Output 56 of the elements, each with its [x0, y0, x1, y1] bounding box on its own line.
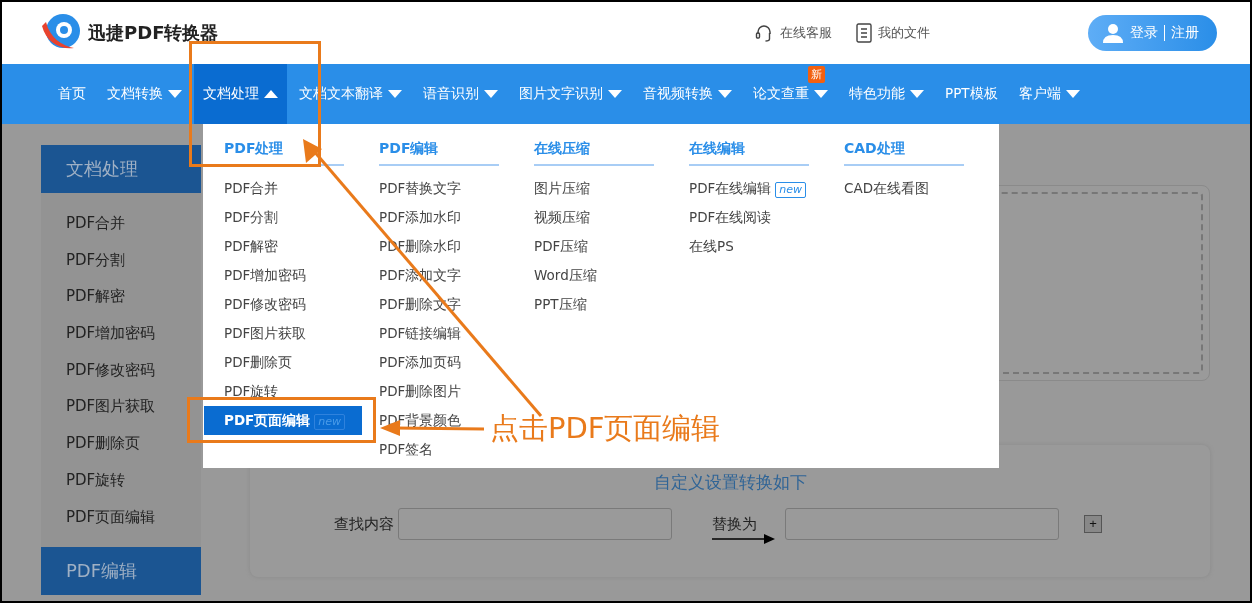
settings-title: 自定义设置转换如下 — [653, 471, 807, 494]
headset-icon — [754, 23, 774, 43]
menu-item[interactable]: PDF修改密码 — [224, 290, 307, 319]
menu-item[interactable]: PDF链接编辑 — [379, 319, 462, 348]
arrow-icon — [712, 533, 776, 545]
sidebar-item[interactable]: PDF增加密码 — [41, 315, 201, 352]
menu-item[interactable]: PDF添加水印 — [379, 203, 462, 232]
replace-input-field[interactable] — [785, 508, 1059, 540]
menu-item[interactable]: PDF压缩 — [534, 232, 589, 261]
sidebar-item[interactable]: PDF合并 — [41, 205, 201, 242]
menu-item[interactable]: PDF删除图片 — [379, 377, 462, 406]
document-icon — [856, 23, 872, 43]
menu-item[interactable]: 视频压缩 — [534, 203, 590, 232]
menu-item[interactable]: PDF分割 — [224, 203, 279, 232]
menu-item[interactable]: PDF在线阅读 — [689, 203, 772, 232]
sidebar-item[interactable]: PDF删除页 — [41, 425, 201, 462]
annotation-text: 点击PDF页面编辑 — [490, 410, 721, 447]
menu-column-heading: CAD处理 — [844, 140, 964, 166]
menu-item[interactable]: 在线PS — [689, 232, 734, 261]
new-badge: new — [775, 182, 807, 198]
menu-item[interactable]: PDF页面编辑 new — [204, 406, 362, 435]
sidebar-item[interactable]: PDF分割 — [41, 241, 201, 279]
new-badge: new — [314, 414, 346, 430]
replace-label: 替换为 — [712, 514, 757, 534]
nav-item[interactable]: 文档处理 — [194, 64, 287, 124]
menu-item[interactable]: PDF替换文字 — [379, 174, 462, 203]
menu-item[interactable]: Word压缩 — [534, 261, 597, 290]
menu-item[interactable]: PDF在线编辑 new — [689, 174, 807, 203]
menu-item[interactable]: PDF合并 — [224, 174, 279, 203]
sidebar-item[interactable]: PDF解密 — [41, 278, 201, 316]
menu-item[interactable]: PDF签名 — [379, 435, 434, 464]
menu-column-heading: 在线编辑 — [689, 140, 809, 166]
menu-column-heading: 在线压缩 — [534, 140, 654, 166]
user-icon — [1102, 22, 1124, 44]
menu-item[interactable]: PDF旋转 — [224, 377, 279, 406]
header-link[interactable]: 我的文件 — [856, 23, 930, 43]
menu-column-heading: PDF编辑 — [379, 140, 499, 166]
add-button[interactable]: + — [1084, 515, 1102, 533]
sidebar-item[interactable]: PDF图片获取 — [41, 388, 201, 426]
menu-item[interactable]: PDF解密 — [224, 232, 279, 261]
find-label: 查找内容 — [334, 514, 394, 534]
header-link[interactable]: 在线客服 — [754, 23, 832, 43]
logo-text: 迅捷PDF转换器 — [88, 21, 219, 45]
sidebar-item[interactable]: PDF旋转 — [41, 461, 201, 499]
menu-item[interactable]: PDF图片获取 — [224, 319, 307, 348]
new-badge: 新 — [808, 66, 825, 83]
sidebar-item[interactable]: PDF页面编辑 — [41, 498, 201, 536]
menu-item[interactable]: PDF删除页 — [224, 348, 293, 377]
find-input-field[interactable] — [398, 508, 672, 540]
menu-item[interactable]: CAD在线看图 — [844, 174, 930, 203]
menu-item[interactable]: PDF添加页码 — [379, 348, 462, 377]
menu-item[interactable]: PDF增加密码 — [224, 261, 307, 290]
sidebar-item[interactable]: PDF修改密码 — [41, 351, 201, 389]
menu-item[interactable]: PPT压缩 — [534, 290, 587, 319]
menu-item[interactable]: 图片压缩 — [534, 174, 590, 203]
sidebar-heading[interactable]: PDF编辑 — [41, 547, 201, 596]
